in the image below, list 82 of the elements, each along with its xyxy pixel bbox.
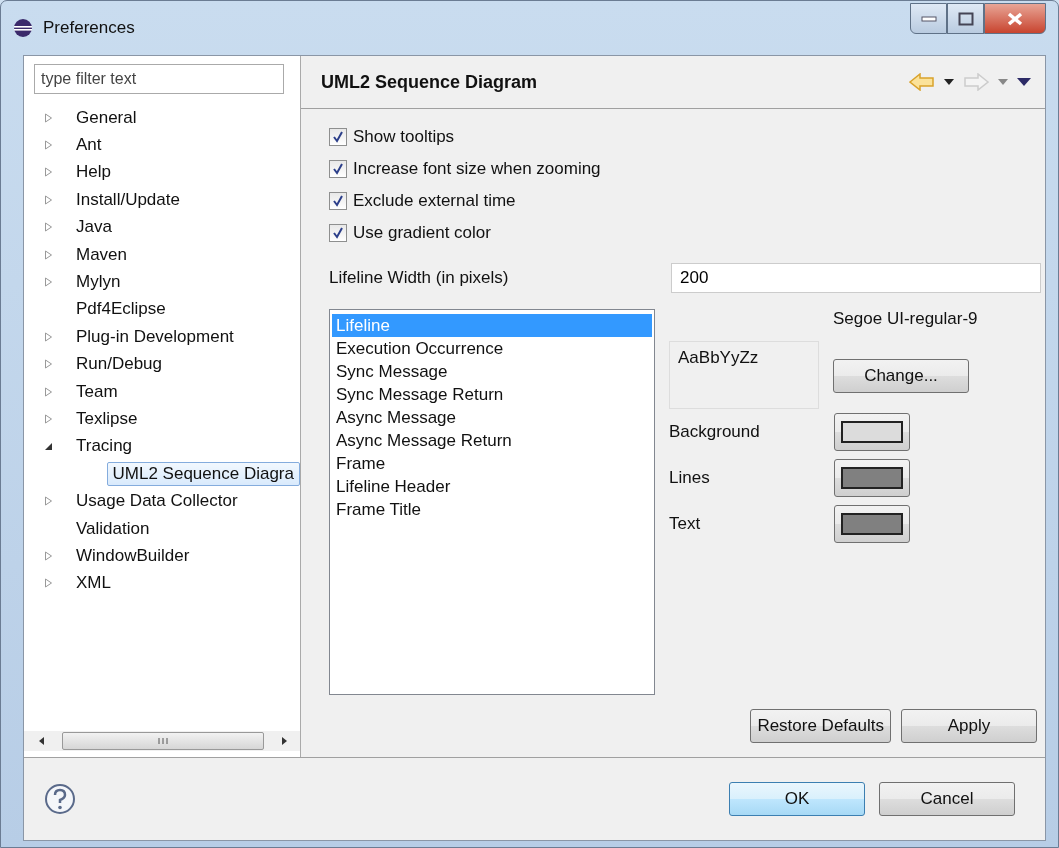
tree-item[interactable]: Validation [70, 516, 156, 541]
color-button[interactable] [834, 459, 910, 497]
collapsed-arrow-icon[interactable] [44, 249, 53, 260]
tree-item[interactable]: General [70, 105, 143, 130]
collapsed-arrow-icon[interactable] [44, 222, 53, 233]
tree-item[interactable]: WindowBuilder [70, 543, 196, 568]
tree-item[interactable]: Mylyn [70, 270, 127, 295]
help-icon[interactable] [44, 783, 76, 815]
checkbox-label: Show tooltips [353, 127, 455, 147]
tree-item[interactable]: Plug-in Development [70, 324, 240, 349]
close-icon [1006, 11, 1024, 26]
tree-item[interactable]: Pdf4Eclipse [70, 297, 172, 322]
collapsed-arrow-icon[interactable] [44, 359, 53, 370]
tree-item[interactable]: Team [70, 379, 124, 404]
tree-item[interactable]: Usage Data Collector [70, 489, 244, 514]
filter-field[interactable]: type filter text [34, 64, 284, 94]
tree-item[interactable]: Help [70, 160, 117, 185]
collapsed-arrow-icon[interactable] [44, 578, 53, 589]
tree-item[interactable]: Texlipse [70, 407, 144, 431]
list-item[interactable]: Execution Occurrence [332, 337, 652, 360]
color-label: Text [669, 514, 702, 534]
width-field[interactable]: 200 [671, 263, 1041, 293]
collapsed-arrow-icon[interactable] [44, 277, 53, 288]
maximize-icon [957, 11, 974, 26]
checkbox-label: Increase font size when zooming [353, 159, 601, 179]
checkbox[interactable] [329, 224, 347, 242]
field-label: Lifeline Width (in pixels) [329, 268, 510, 288]
list-item[interactable]: Frame [332, 452, 652, 475]
minimize-button[interactable] [910, 3, 947, 34]
window-title: Preferences [43, 18, 135, 38]
dropdown-caret-icon[interactable] [944, 79, 954, 85]
collapsed-arrow-icon[interactable] [44, 112, 53, 123]
tree-item[interactable]: XML [70, 571, 117, 596]
list-item[interactable]: Async Message [332, 406, 652, 429]
list-item[interactable]: Sync Message Return [332, 383, 652, 406]
collapsed-arrow-icon[interactable] [44, 331, 53, 342]
scroll-right-icon[interactable] [280, 736, 288, 746]
collapsed-arrow-icon[interactable] [44, 550, 53, 561]
horizontal-scrollbar[interactable] [24, 731, 300, 751]
app-icon [13, 18, 33, 38]
page-title: UML2 Sequence Diagram [321, 71, 538, 93]
color-button[interactable] [834, 413, 910, 451]
collapsed-arrow-icon[interactable] [44, 194, 53, 205]
collapsed-arrow-icon[interactable] [44, 167, 53, 178]
tree-item[interactable]: Install/Update [70, 187, 186, 212]
tree-item[interactable]: Maven [70, 242, 134, 267]
tree-item[interactable]: Run/Debug [70, 352, 168, 377]
tree-item[interactable]: UML2 Sequence Diagra [106, 461, 300, 486]
checkbox[interactable] [329, 192, 347, 210]
color-label: Lines [669, 468, 711, 488]
font-sample: AaBbYyZz [669, 341, 819, 409]
collapsed-arrow-icon[interactable] [44, 496, 53, 507]
change-button[interactable]: Change... [833, 359, 969, 393]
checkbox[interactable] [329, 160, 347, 178]
minimize-icon [920, 15, 937, 22]
color-button[interactable] [834, 505, 910, 543]
dialog-button[interactable]: OK [729, 782, 865, 816]
list-item[interactable]: Async Message Return [332, 429, 652, 452]
dialog-button[interactable]: Cancel [879, 782, 1015, 816]
expanded-arrow-icon[interactable] [44, 441, 53, 452]
scroll-left-icon[interactable] [38, 736, 46, 746]
grip-icon [157, 737, 169, 745]
list-item[interactable]: Lifeline Header [332, 475, 652, 498]
collapsed-arrow-icon[interactable] [44, 414, 53, 424]
collapsed-arrow-icon[interactable] [44, 140, 53, 151]
tree-item[interactable]: Tracing [70, 434, 139, 459]
list-item[interactable]: Frame Title [332, 498, 652, 521]
checkbox-label: Exclude external time [353, 191, 516, 211]
view-menu-icon[interactable] [1017, 78, 1031, 86]
maximize-button[interactable] [947, 3, 984, 34]
tree-item[interactable]: Java [70, 215, 118, 240]
tree-item[interactable]: Ant [70, 133, 108, 158]
page-button[interactable]: Apply [901, 709, 1037, 743]
checkbox[interactable] [329, 128, 347, 146]
font-name: Segoe UI-regular-9 [833, 309, 978, 330]
back-arrow-icon[interactable] [909, 73, 935, 91]
close-button[interactable] [984, 3, 1046, 34]
list-item[interactable]: Sync Message [332, 360, 652, 383]
collapsed-arrow-icon[interactable] [44, 386, 53, 397]
page-button[interactable]: Restore Defaults [750, 709, 891, 743]
checkbox-label: Use gradient color [353, 223, 491, 243]
color-label: Background [669, 422, 761, 442]
